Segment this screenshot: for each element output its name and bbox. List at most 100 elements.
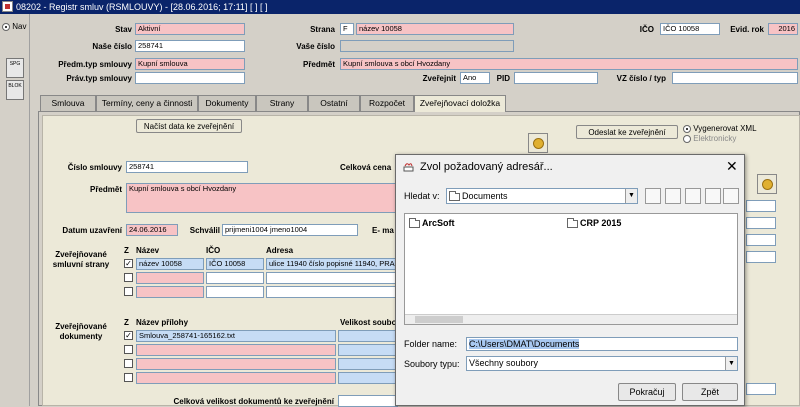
- dok-empty-checkbox[interactable]: [124, 359, 133, 368]
- right-field[interactable]: [746, 234, 776, 246]
- schvalil-field[interactable]: prijmeni1004 jmeno1004: [222, 224, 358, 236]
- prav-typ-field[interactable]: [135, 72, 245, 84]
- dok-empty-nazev[interactable]: [136, 372, 336, 384]
- tab-zverejnovaci-dolozka[interactable]: Zveřejňovací doložka: [414, 95, 506, 112]
- datum-field[interactable]: 24.06.2016: [126, 224, 178, 236]
- strany-empty-checkbox[interactable]: [124, 273, 133, 282]
- right-field[interactable]: [746, 383, 776, 395]
- strana-field[interactable]: název 10058: [356, 23, 514, 35]
- dok-empty-velikost[interactable]: [338, 358, 398, 370]
- strany-col-ico: IČO: [206, 246, 221, 255]
- vz-field[interactable]: [672, 72, 798, 84]
- pid-field[interactable]: [514, 72, 598, 84]
- dok-empty-velikost[interactable]: [338, 372, 398, 384]
- strana-code-field[interactable]: F: [340, 23, 354, 35]
- folder-dialog: Zvol požadovaný adresář... ✕ Hledat v: D…: [395, 154, 745, 406]
- dok-empty-nazev[interactable]: [136, 344, 336, 356]
- datum-label: Datum uzavření: [62, 226, 122, 235]
- file-type-label: Soubory typu:: [404, 359, 460, 369]
- strany-row-adresa[interactable]: ulice 11940 číslo popisné 11940, PRA: [266, 258, 398, 270]
- stav-field[interactable]: Aktivní: [135, 23, 245, 35]
- coins-button-2[interactable]: [757, 174, 777, 194]
- nase-cislo-label: Naše číslo: [92, 42, 132, 51]
- lookin-combo[interactable]: Documents ▼: [446, 188, 638, 204]
- spg-icon[interactable]: SPG: [6, 58, 24, 78]
- strany-row-nazev[interactable]: název 10058: [136, 258, 204, 270]
- electronic-option[interactable]: Elektronicky: [683, 134, 736, 143]
- chevron-down-icon[interactable]: ▼: [725, 357, 737, 370]
- file-list[interactable]: ArcSoft CRP 2015: [404, 213, 738, 325]
- predmet-field[interactable]: Kupní smlouva s obcí Hvozdany: [340, 58, 798, 70]
- tab-terminy[interactable]: Termíny, ceny a činnosti: [96, 95, 198, 111]
- tab-ostatni[interactable]: Ostatní: [308, 95, 360, 111]
- gen-xml-radio-icon[interactable]: [683, 124, 691, 133]
- folder-icon: [409, 217, 420, 228]
- window-title: 08202 - Registr smluv (RSMLOUVY) - [28.0…: [16, 2, 268, 12]
- strany-empty-adresa[interactable]: [266, 286, 398, 298]
- dok-empty-velikost[interactable]: [338, 344, 398, 356]
- right-field[interactable]: [746, 200, 776, 212]
- strany-empty-checkbox[interactable]: [124, 287, 133, 296]
- tab-smlouva[interactable]: Smlouva: [40, 95, 96, 111]
- nav-radio-icon[interactable]: [2, 22, 10, 31]
- right-field[interactable]: [746, 217, 776, 229]
- zverejnit-field[interactable]: Ano: [460, 72, 490, 84]
- back-button[interactable]: Zpět: [682, 383, 738, 401]
- details-view-icon[interactable]: [723, 188, 739, 204]
- list-item[interactable]: CRP 2015: [567, 217, 621, 228]
- nav-toggle[interactable]: Nav: [2, 22, 26, 31]
- dok-row-nazev[interactable]: Smlouva_258741-165162.txt: [136, 330, 336, 342]
- folder-icon: [567, 217, 578, 228]
- dok-row-checkbox[interactable]: ✓: [124, 331, 133, 340]
- tab-strany[interactable]: Strany: [256, 95, 308, 111]
- nase-cislo-field[interactable]: 258741: [135, 40, 245, 52]
- tab-dokumenty[interactable]: Dokumenty: [198, 95, 256, 111]
- dokumenty-label: Zveřejňované dokumenty: [55, 322, 107, 341]
- strany-row-checkbox[interactable]: ✓: [124, 259, 133, 268]
- electronic-radio-icon[interactable]: [683, 134, 691, 143]
- right-field[interactable]: [746, 251, 776, 263]
- celkova-velikost-field[interactable]: [338, 395, 398, 407]
- dok-row-velikost[interactable]: [338, 330, 398, 342]
- scroll-thumb[interactable]: [415, 316, 463, 323]
- coins-button[interactable]: [528, 133, 548, 153]
- blok-icon[interactable]: BLOK: [6, 80, 24, 100]
- continue-button[interactable]: Pokračuj: [618, 383, 676, 401]
- schvalil-label: Schválil: [189, 226, 220, 235]
- gen-xml-option[interactable]: Vygenerovat XML: [683, 124, 757, 133]
- list-view-icon[interactable]: [705, 188, 721, 204]
- stav-label: Stav: [115, 25, 132, 34]
- cislo-smlouvy-field[interactable]: 258741: [126, 161, 248, 173]
- vase-cislo-field[interactable]: [340, 40, 514, 52]
- load-data-button[interactable]: Načíst data ke zveřejnění: [136, 119, 242, 133]
- dok-col-nazev: Název přílohy: [136, 318, 189, 327]
- send-publish-button[interactable]: Odeslat ke zveřejnění: [576, 125, 678, 139]
- zverejnit-label: Zveřejnit: [422, 74, 456, 83]
- ico-field[interactable]: IČO 10058: [660, 23, 720, 35]
- strany-row-ico[interactable]: IČO 10058: [206, 258, 264, 270]
- strany-empty-adresa[interactable]: [266, 272, 398, 284]
- strany-empty-ico[interactable]: [206, 272, 264, 284]
- dok-empty-nazev[interactable]: [136, 358, 336, 370]
- list-item[interactable]: ArcSoft: [409, 217, 455, 228]
- horizontal-scrollbar[interactable]: [405, 314, 737, 324]
- folder-name-input[interactable]: C:\Users\DMAT\Documents: [466, 337, 738, 351]
- home-icon[interactable]: [665, 188, 681, 204]
- tab-rozpocet[interactable]: Rozpočet: [360, 95, 414, 111]
- chevron-down-icon[interactable]: ▼: [625, 189, 637, 203]
- java-icon: [402, 161, 416, 173]
- dok-empty-checkbox[interactable]: [124, 373, 133, 382]
- strany-col-z: Z: [124, 246, 129, 255]
- strany-empty-nazev[interactable]: [136, 286, 204, 298]
- predm-typ-field[interactable]: Kupní smlouva: [135, 58, 245, 70]
- evid-rok-field[interactable]: 2016: [768, 23, 798, 35]
- new-folder-icon[interactable]: [685, 188, 701, 204]
- strany-empty-nazev[interactable]: [136, 272, 204, 284]
- form-predmet-field[interactable]: Kupní smlouva s obcí Hvozdany: [126, 183, 398, 213]
- strany-col-adresa: Adresa: [266, 246, 294, 255]
- dok-empty-checkbox[interactable]: [124, 345, 133, 354]
- file-type-select[interactable]: Všechny soubory ▼: [466, 356, 738, 371]
- strany-empty-ico[interactable]: [206, 286, 264, 298]
- close-icon[interactable]: ✕: [726, 158, 738, 175]
- up-folder-icon[interactable]: [645, 188, 661, 204]
